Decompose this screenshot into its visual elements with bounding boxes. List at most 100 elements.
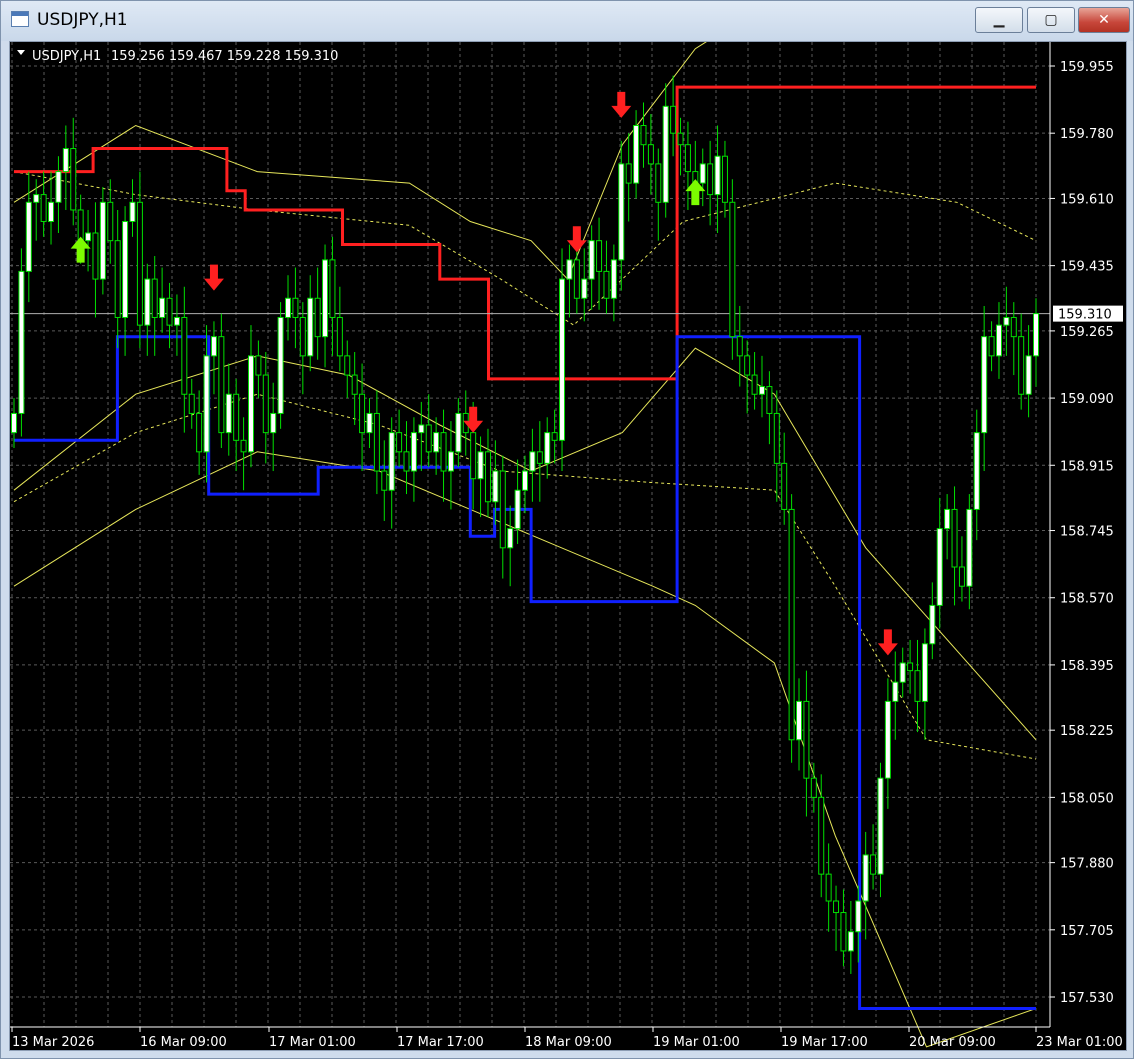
candle-body	[1025, 355, 1032, 395]
candle-body	[951, 508, 958, 568]
candle-body	[736, 336, 743, 357]
candle-body	[196, 412, 203, 453]
candle-body	[166, 297, 173, 326]
sell-arrow-icon	[611, 91, 632, 118]
candle-body	[233, 393, 240, 441]
candle-body	[559, 278, 566, 441]
price-tick-label: 158.915	[1060, 459, 1114, 474]
candle-body	[833, 900, 840, 914]
candle-body	[507, 528, 514, 549]
candle-body	[625, 163, 632, 184]
candle-body	[988, 336, 995, 357]
candle-body	[299, 316, 306, 357]
time-tick-label: 13 Mar 2026	[12, 1035, 94, 1050]
last-price-label: 159.310	[1058, 308, 1112, 323]
candle-body	[670, 105, 677, 134]
candle-body	[655, 163, 662, 203]
candle-body	[588, 240, 595, 280]
band-upper-line	[13, 42, 707, 281]
candle-body	[344, 355, 351, 376]
band-lower-line	[13, 451, 1037, 1048]
candle-body	[92, 232, 99, 280]
candle-body	[262, 374, 269, 434]
candle-body	[33, 194, 40, 203]
candle-body	[877, 777, 884, 875]
candle-body	[536, 451, 543, 464]
candle-body	[884, 700, 891, 779]
candle-body	[122, 220, 129, 318]
upper-channel-line	[14, 85, 1036, 381]
maximize-button[interactable]: ▢	[1027, 7, 1075, 33]
minimize-button[interactable]: ▁	[975, 7, 1023, 33]
candle-body	[966, 508, 973, 587]
price-tick-label: 158.225	[1060, 724, 1114, 739]
candle-body	[803, 700, 810, 779]
candle-body	[981, 336, 988, 434]
candle-body	[995, 324, 1002, 357]
price-chart[interactable]: 159.955 159.780 159.610 159.435 159.265 159.0…	[10, 42, 1126, 1050]
time-tick-label: 17 Mar 01:00	[269, 1035, 356, 1050]
candle-body	[159, 297, 166, 318]
price-tick-label: 158.570	[1060, 592, 1114, 607]
candle-body	[11, 412, 17, 434]
candle-body	[203, 355, 210, 453]
candle-body	[381, 470, 388, 491]
candle-body	[40, 194, 47, 222]
candle-body	[758, 386, 765, 395]
candle-body	[336, 316, 343, 357]
candle-body	[70, 148, 77, 211]
candle-body	[62, 148, 69, 173]
price-tick-label: 157.705	[1060, 924, 1114, 939]
candle-body	[173, 316, 180, 326]
candle-body	[551, 432, 558, 441]
candle-body	[581, 278, 588, 299]
title-bar[interactable]: USDJPY,H1 ▁ ▢ ✕	[1, 1, 1133, 41]
candle-body	[55, 171, 62, 203]
candle-body	[603, 270, 610, 299]
candle-body	[1010, 316, 1017, 338]
candle-body	[470, 432, 477, 480]
candle-body	[744, 355, 751, 376]
price-tick-label: 157.880	[1060, 857, 1114, 872]
candle-body	[322, 259, 329, 338]
window-title: USDJPY,H1	[37, 10, 128, 30]
chart-window: USDJPY,H1 ▁ ▢ ✕ 159.955 159.780 159.610 159…	[0, 0, 1134, 1059]
price-tick-label: 158.395	[1060, 659, 1114, 674]
candle-body	[573, 259, 580, 299]
candle-body	[484, 451, 491, 503]
indicator-overlays	[10, 42, 1050, 1048]
candle-body	[818, 796, 825, 875]
price-chart-area[interactable]: 159.955 159.780 159.610 159.435 159.265 159.0…	[9, 41, 1127, 1051]
candle-body	[610, 259, 617, 299]
sell-arrow-icon	[203, 264, 224, 291]
candle-body	[899, 662, 906, 683]
candle-body	[425, 424, 432, 453]
time-tick-label: 18 Mar 09:00	[525, 1035, 612, 1050]
candle-body	[810, 777, 817, 798]
candle-body	[870, 854, 877, 875]
candles	[11, 75, 1039, 974]
candle-body	[514, 489, 521, 530]
time-tick-label: 16 Mar 09:00	[140, 1035, 227, 1050]
band-middle-line	[13, 347, 1037, 741]
symbol-menu-icon[interactable]	[17, 50, 25, 55]
candle-body	[751, 374, 758, 395]
candle-body	[633, 125, 640, 184]
candle-body	[285, 297, 292, 318]
candle-body	[403, 451, 410, 472]
candle-body	[247, 355, 254, 453]
candle-body	[181, 316, 188, 395]
candle-body	[566, 259, 573, 280]
candle-body	[847, 931, 854, 952]
candle-body	[522, 470, 528, 491]
candle-body	[707, 163, 714, 196]
time-tick-label: 23 Mar 01:00	[1036, 1035, 1123, 1050]
close-button[interactable]: ✕	[1078, 7, 1130, 33]
candle-body	[618, 163, 625, 261]
price-tick-label: 159.610	[1060, 192, 1114, 207]
price-tick-label: 159.780	[1060, 127, 1114, 142]
price-tick-label: 157.530	[1060, 991, 1114, 1006]
candle-body	[418, 424, 425, 434]
candle-body	[944, 508, 951, 530]
candle-body	[492, 470, 499, 503]
